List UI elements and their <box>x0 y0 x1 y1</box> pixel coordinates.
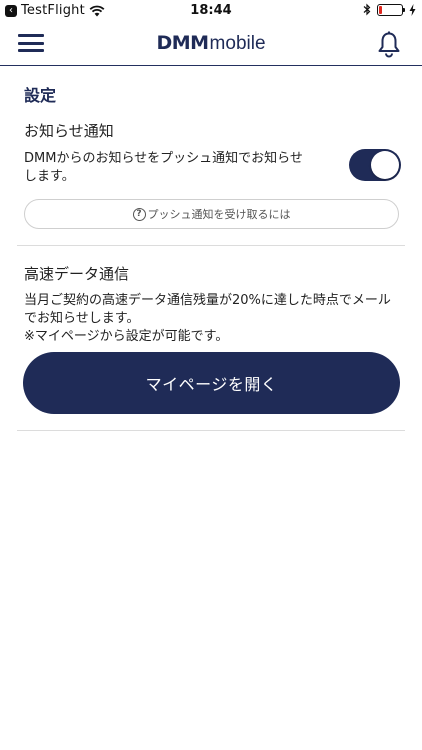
status-time: 18:44 <box>190 3 232 18</box>
battery-icon <box>377 3 405 16</box>
bluetooth-icon <box>363 3 371 16</box>
charging-bolt-icon <box>409 3 416 16</box>
data-note: ※マイページから設定が可能です。 <box>24 329 229 344</box>
page-title: 設定 <box>24 86 57 105</box>
data-section-label: 高速データ通信 <box>24 265 130 283</box>
status-bar: ‹ TestFlight 18:44 <box>0 0 422 22</box>
section-divider-bottom <box>17 430 405 431</box>
open-mypage-button[interactable]: マイページを開く <box>23 352 400 414</box>
push-help-label: プッシュ通知を受け取るには <box>147 208 291 221</box>
push-help-button[interactable]: ? プッシュ通知を受け取るには <box>24 199 399 229</box>
toggle-knob <box>371 151 399 179</box>
section-divider <box>17 245 405 246</box>
data-description: 当月ご契約の高速データ通信残量が20%に達した時点でメール でお知らせします。 … <box>24 293 391 344</box>
app-header: DMMmobile <box>0 22 422 66</box>
question-circle-icon: ? <box>132 207 146 221</box>
bell-icon[interactable] <box>376 30 402 58</box>
push-notification-toggle[interactable] <box>349 149 401 181</box>
notification-section-label: お知らせ通知 <box>24 122 114 140</box>
dmm-mobile-logo: DMMmobile <box>156 32 266 54</box>
notification-description: DMMからのお知らせをプッシュ通知でお知らせ します。 <box>24 151 303 184</box>
